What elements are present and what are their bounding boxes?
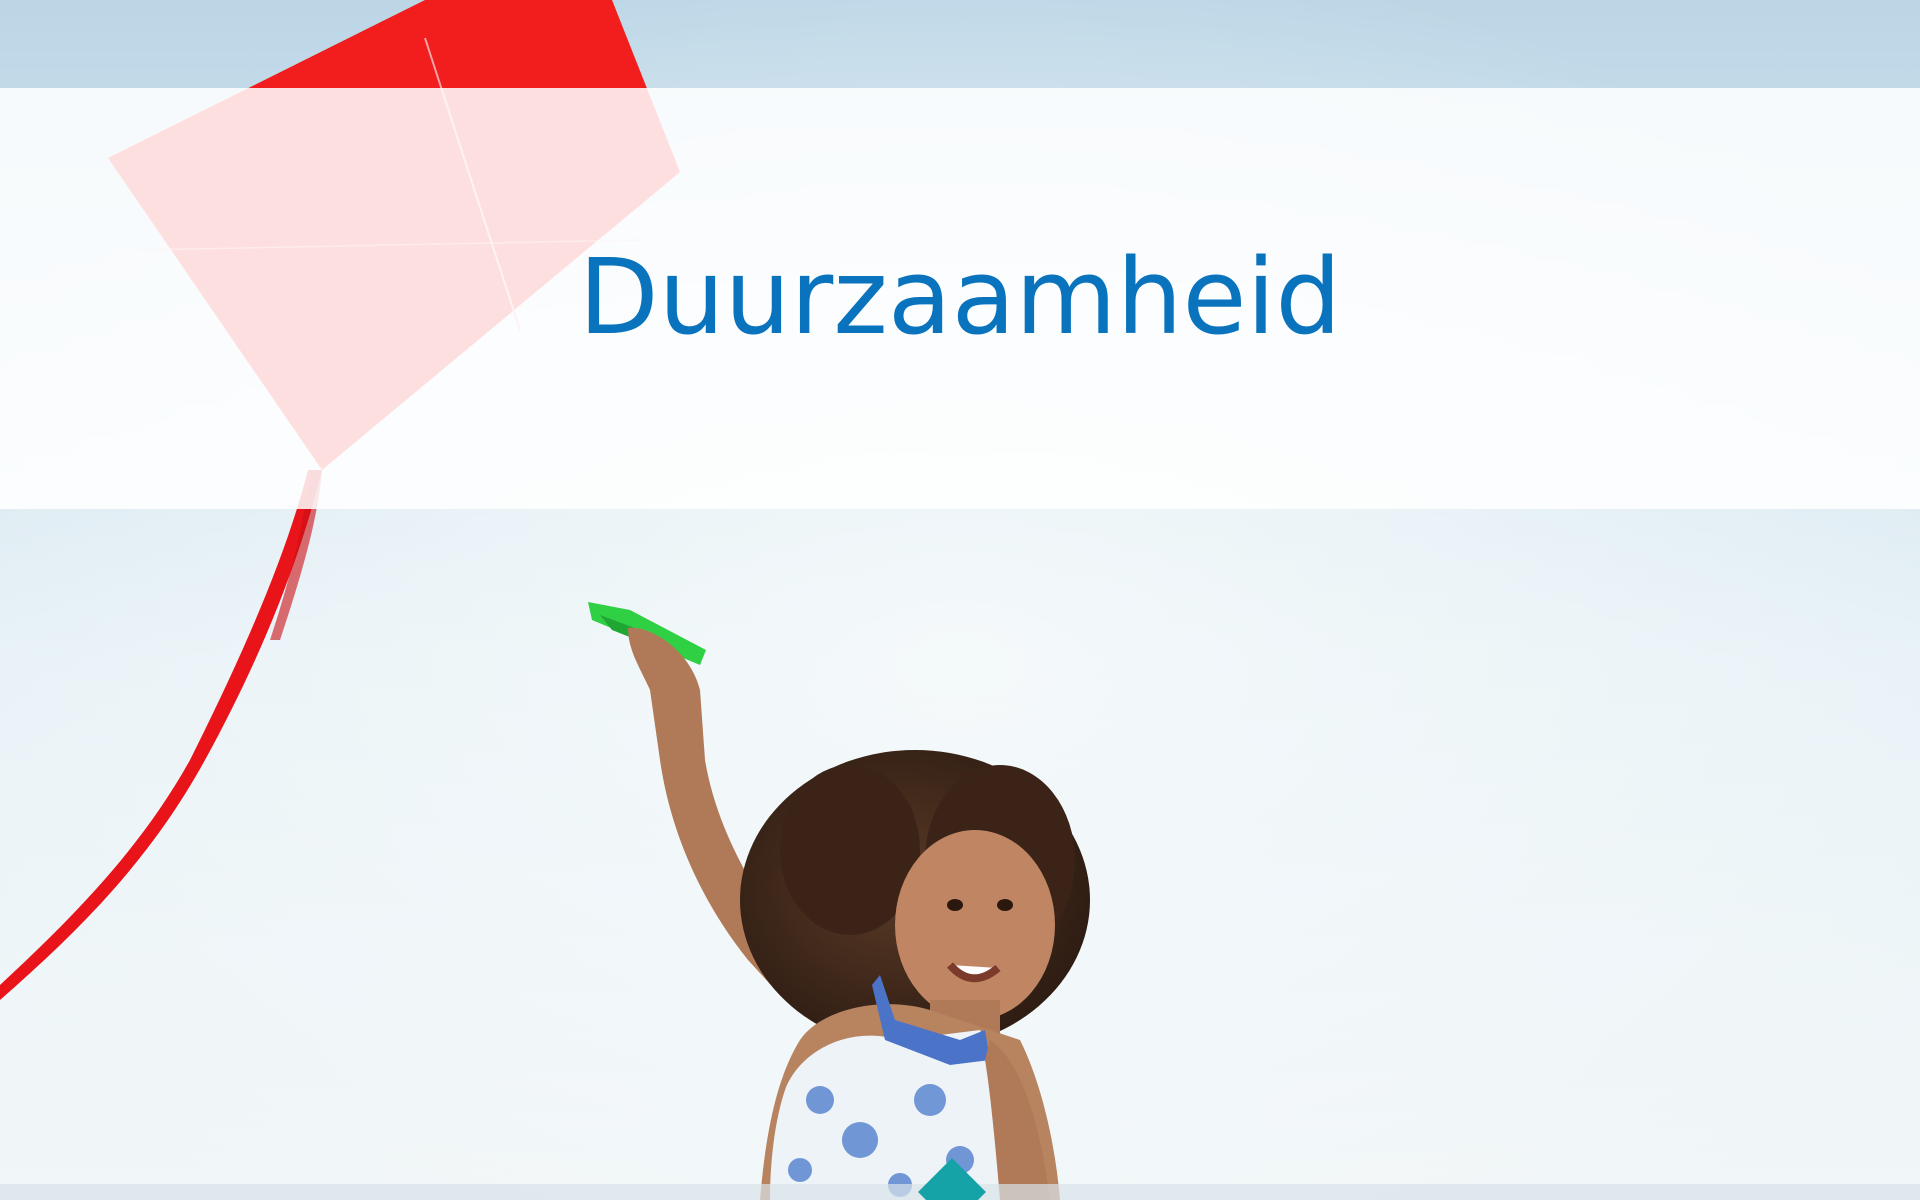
slide-title: Duurzaamheid	[578, 236, 1342, 358]
slide: Duurzaamheid	[0, 0, 1920, 1200]
